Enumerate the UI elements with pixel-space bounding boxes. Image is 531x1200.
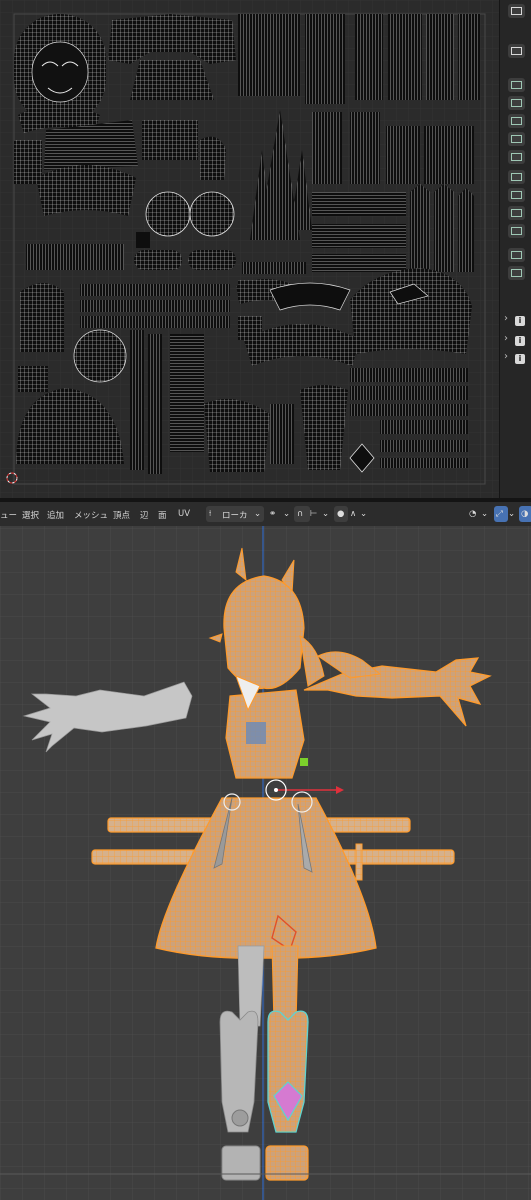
orientation-label: ローカ (222, 511, 248, 521)
overlay-toggle[interactable]: ◑ (519, 506, 531, 522)
select-box-icon[interactable] (508, 4, 525, 18)
overlay-icon: ◑ (521, 509, 529, 519)
menu-view[interactable]: ュー (0, 509, 17, 521)
orientation-icon: ⟊ (209, 509, 212, 519)
transform-orientation-dropdown[interactable]: ⟊ ローカ ⌄ (206, 506, 264, 522)
uv-canvas[interactable] (0, 0, 499, 498)
rip-icon[interactable] (508, 170, 525, 184)
chevron-down-icon: ⌄ (322, 509, 330, 519)
chevron-down-icon: ⌄ (360, 509, 368, 519)
snap-icon: ⊢ (310, 509, 318, 519)
falloff-icon: ∧ (350, 509, 357, 519)
falloff-dropdown[interactable]: ∧ ⌄ (348, 506, 370, 522)
menu-mesh[interactable]: メッシュ (74, 509, 108, 521)
panel-toggle-3[interactable]: › i (504, 351, 531, 366)
info-icon: i (515, 336, 525, 346)
menu-edge[interactable]: 辺 (140, 509, 149, 521)
pinch-icon[interactable] (508, 224, 525, 238)
eye-icon: ◔ (469, 509, 477, 519)
clipboard-icon[interactable] (508, 266, 525, 280)
relax-icon[interactable] (508, 206, 525, 220)
menu-vertex[interactable]: 頂点 (113, 509, 130, 521)
info-icon: i (515, 316, 525, 326)
viewport-header: ュー 選択 追加 メッシュ 頂点 辺 面 UV ⟊ ローカ ⌄ ⚭ ⌄ ∩ ⊢ … (0, 502, 531, 526)
move-icon[interactable] (508, 78, 525, 92)
link-icon: ⚭ (269, 509, 277, 519)
grab-icon[interactable] (508, 188, 525, 202)
chevron-right-icon: › (504, 333, 508, 344)
annotate-icon[interactable] (508, 150, 525, 164)
viewport-3d[interactable] (0, 526, 531, 1200)
scale-icon[interactable] (508, 114, 525, 128)
uv-island-right-rows (312, 184, 474, 272)
cursor-icon[interactable] (508, 44, 525, 58)
transform-icon[interactable] (508, 132, 525, 146)
menu-face[interactable]: 面 (158, 509, 167, 521)
panel-toggle-2[interactable]: › i (504, 333, 531, 348)
menu-uv[interactable]: UV (178, 509, 190, 519)
viewport-canvas[interactable] (0, 526, 531, 1200)
panel-toggle-1[interactable]: › i (504, 313, 531, 328)
menu-select[interactable]: 選択 (22, 509, 39, 521)
rotate-icon[interactable] (508, 96, 525, 110)
gizmo-icon: ⤢ (496, 509, 503, 519)
mesh-right-boot (265, 1010, 309, 1181)
mesh-left-boot (219, 1010, 261, 1181)
chevron-right-icon: › (504, 351, 508, 362)
chevron-down-icon: ⌄ (481, 509, 489, 519)
magnet-icon: ∩ (297, 509, 304, 519)
chevron-right-icon: › (504, 313, 508, 324)
chevron-down-icon: ⌄ (254, 509, 262, 519)
snap-toggle[interactable]: ∩ (294, 506, 310, 522)
uv-toolbar: › i › i › i (499, 0, 531, 498)
pivot-dropdown[interactable]: ⚭ ⌄ (268, 506, 294, 522)
uv-editor[interactable] (0, 0, 499, 498)
chevron-down-icon: ⌄ (508, 509, 516, 519)
visibility-dropdown[interactable]: ◔ ⌄ (468, 506, 492, 522)
menu-add[interactable]: 追加 (47, 509, 64, 521)
gizmo-dropdown[interactable]: ⌄ (508, 506, 518, 522)
proportional-toggle[interactable]: ● (334, 506, 348, 522)
sample-icon[interactable] (508, 248, 525, 262)
snap-target-dropdown[interactable]: ⊢ ⌄ (310, 506, 332, 522)
gizmo-toggle[interactable]: ⤢ (494, 506, 508, 522)
info-icon: i (515, 354, 525, 364)
chevron-down-icon: ⌄ (283, 509, 291, 519)
dot-icon: ● (337, 509, 345, 519)
